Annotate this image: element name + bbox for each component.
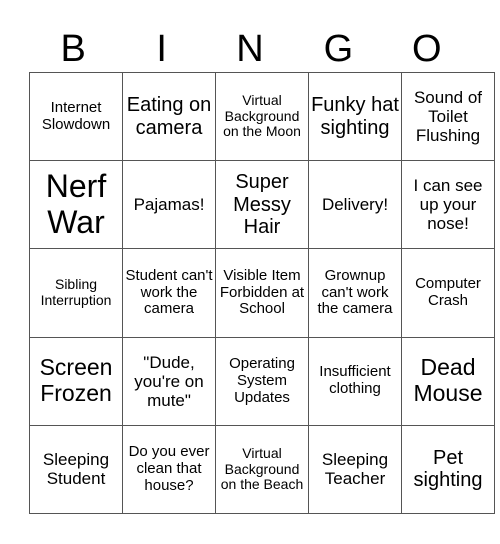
bingo-cell[interactable]: Screen Frozen bbox=[29, 336, 123, 426]
bingo-cell[interactable]: Virtual Background on the Moon bbox=[215, 71, 309, 162]
bingo-cell[interactable]: I can see up your nose! bbox=[401, 160, 495, 250]
header-letter-g: G bbox=[323, 28, 354, 70]
bingo-cell[interactable]: Super Messy Hair bbox=[215, 160, 309, 250]
header-letter-i: I bbox=[156, 28, 167, 70]
bingo-cell[interactable]: "Dude, you're on mute" bbox=[122, 336, 216, 426]
bingo-cell[interactable]: Eating on camera bbox=[122, 71, 216, 162]
bingo-card: Internet Slowdown Eating on camera Virtu… bbox=[29, 71, 495, 515]
bingo-row: Sibling Interruption Student can't work … bbox=[29, 248, 495, 338]
header-letter-o: O bbox=[412, 28, 442, 70]
bingo-cell[interactable]: Dead Mouse bbox=[401, 336, 495, 426]
bingo-cell[interactable]: Internet Slowdown bbox=[29, 71, 123, 162]
bingo-cell[interactable]: Virtual Background on the Beach bbox=[215, 424, 309, 515]
bingo-cell[interactable]: Operating System Updates bbox=[215, 336, 309, 426]
bingo-row: Internet Slowdown Eating on camera Virtu… bbox=[29, 71, 495, 162]
bingo-cell[interactable]: Insufficient clothing bbox=[308, 336, 402, 426]
bingo-cell[interactable]: Grownup can't work the camera bbox=[308, 248, 402, 338]
bingo-header: B I N G O bbox=[29, 26, 471, 72]
bingo-cell[interactable]: Student can't work the camera bbox=[122, 248, 216, 338]
bingo-cell[interactable]: Sleeping Student bbox=[29, 424, 123, 515]
bingo-cell[interactable]: Nerf War bbox=[29, 160, 123, 250]
bingo-cell[interactable]: Sleeping Teacher bbox=[308, 424, 402, 515]
header-letter-b: B bbox=[60, 28, 86, 70]
bingo-cell[interactable]: Funky hat sighting bbox=[308, 71, 402, 162]
bingo-cell[interactable]: Visible Item Forbidden at School bbox=[215, 248, 309, 338]
header-letter-n: N bbox=[236, 28, 264, 70]
bingo-cell[interactable]: Computer Crash bbox=[401, 248, 495, 338]
bingo-cell[interactable]: Sibling Interruption bbox=[29, 248, 123, 338]
bingo-cell[interactable]: Pajamas! bbox=[122, 160, 216, 250]
bingo-cell[interactable]: Do you ever clean that house? bbox=[122, 424, 216, 515]
bingo-cell[interactable]: Sound of Toilet Flushing bbox=[401, 71, 495, 162]
bingo-row: Nerf War Pajamas! Super Messy Hair Deliv… bbox=[29, 160, 495, 250]
bingo-row: Sleeping Student Do you ever clean that … bbox=[29, 424, 495, 515]
bingo-row: Screen Frozen "Dude, you're on mute" Ope… bbox=[29, 336, 495, 426]
bingo-cell[interactable]: Pet sighting bbox=[401, 424, 495, 515]
bingo-cell[interactable]: Delivery! bbox=[308, 160, 402, 250]
